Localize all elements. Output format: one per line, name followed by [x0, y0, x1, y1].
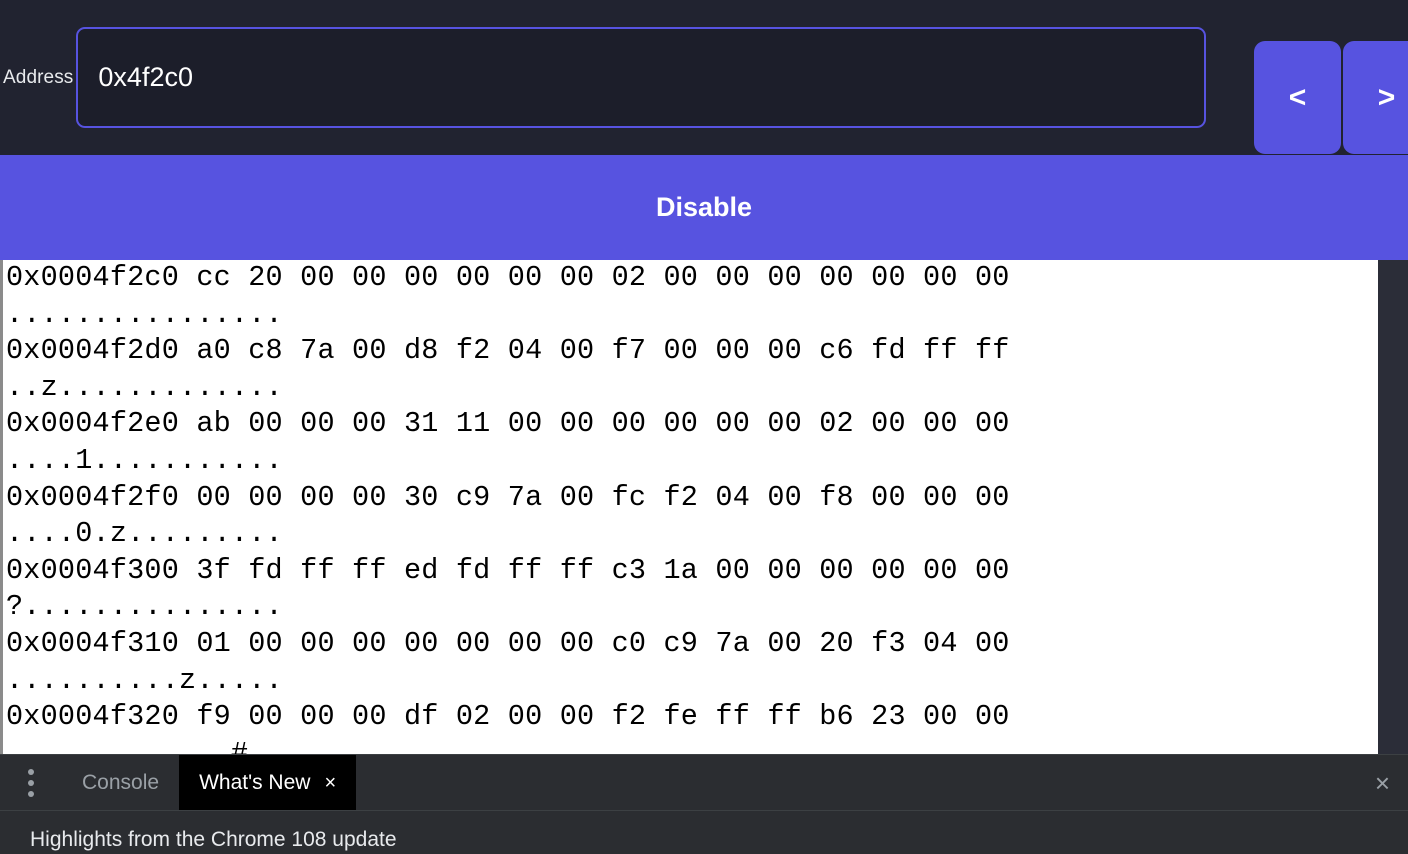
memory-row-bytes: 0x0004f2d0 a0 c8 7a 00 d8 f2 04 00 f7 00…	[6, 334, 1010, 368]
navigation-buttons: < >	[1254, 41, 1408, 154]
dot	[28, 790, 34, 797]
address-label: Address	[3, 67, 74, 88]
memory-hex-view[interactable]: 0x0004f2c0 cc 20 00 00 00 00 00 00 02 00…	[0, 260, 1408, 754]
disable-button[interactable]: Disable	[0, 155, 1408, 260]
three-dots-icon[interactable]	[0, 755, 62, 810]
memory-row-ascii: ?...............	[6, 590, 283, 624]
memory-row-ascii: ....0.z.........	[6, 517, 283, 551]
address-input[interactable]	[76, 27, 1207, 128]
memory-row-ascii: ..z.............	[6, 370, 283, 404]
memory-row-bytes: 0x0004f2f0 00 00 00 00 30 c9 7a 00 fc f2…	[6, 480, 1010, 514]
whats-new-headline: Highlights from the Chrome 108 update	[30, 828, 397, 851]
close-icon[interactable]: ×	[324, 773, 336, 793]
drawer-tab-console[interactable]: Console	[62, 755, 179, 810]
drawer-tab-label: Console	[82, 770, 160, 794]
drawer-tab-whats-new[interactable]: What's New ×	[179, 755, 357, 810]
memory-rows-container: 0x0004f2c0 cc 20 00 00 00 00 00 00 02 00…	[3, 260, 1378, 754]
memory-row-bytes: 0x0004f310 01 00 00 00 00 00 00 00 c0 c9…	[6, 626, 1010, 660]
memory-row-bytes: 0x0004f300 3f fd ff ff ed fd ff ff c3 1a…	[6, 553, 1010, 587]
memory-view-scrollbar[interactable]	[1378, 260, 1408, 754]
drawer-tab-bar: Console What's New × ×	[0, 755, 1408, 811]
address-toolbar: Address < >	[0, 0, 1408, 155]
memory-row-ascii: ................	[6, 297, 283, 331]
drawer-content: Highlights from the Chrome 108 update	[0, 811, 1408, 854]
drawer-tab-label: What's New	[199, 770, 311, 794]
memory-row-bytes: 0x0004f2e0 ab 00 00 00 31 11 00 00 00 00…	[6, 407, 1010, 441]
memory-row-bytes: 0x0004f320 f9 00 00 00 df 02 00 00 f2 fe…	[6, 700, 1010, 734]
memory-row-ascii: ....1...........	[6, 443, 283, 477]
devtools-drawer: Console What's New × × Highlights from t…	[0, 754, 1408, 854]
next-page-button[interactable]: >	[1343, 41, 1408, 154]
memory-row-ascii: ..........z.....	[6, 663, 283, 697]
drawer-close-icon[interactable]: ×	[1375, 755, 1390, 811]
previous-page-button[interactable]: <	[1254, 41, 1341, 154]
memory-row-ascii: .............#..	[6, 736, 283, 754]
devtools-memory-inspector: Address < > Disable 0x0004f2c0 cc 20 00 …	[0, 0, 1408, 854]
dot	[28, 779, 34, 786]
memory-row-bytes: 0x0004f2c0 cc 20 00 00 00 00 00 00 02 00…	[6, 261, 1010, 294]
dot	[28, 768, 34, 775]
